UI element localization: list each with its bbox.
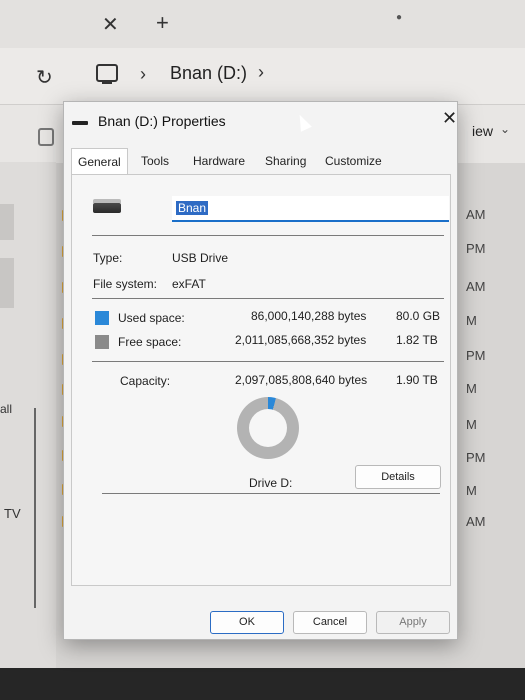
breadcrumb-location[interactable]: Bnan (D:) <box>170 63 247 84</box>
drive-name-selection: Bnan <box>176 201 209 215</box>
tab-customize[interactable]: Customize <box>319 148 388 174</box>
usage-donut-chart <box>237 397 299 459</box>
new-tab-icon[interactable]: + <box>156 10 169 36</box>
capacity-size: 1.90 TB <box>396 373 438 387</box>
properties-dialog: Bnan (D:) Properties ✕ General Tools Har… <box>63 101 458 640</box>
close-icon[interactable]: ✕ <box>442 108 457 129</box>
dialog-title: Bnan (D:) Properties <box>98 113 226 129</box>
chevron-right-icon[interactable]: › <box>140 64 146 85</box>
used-space-size: 80.0 GB <box>396 309 441 323</box>
capacity-bytes: 2,097,085,808,640 bytes <box>235 373 368 387</box>
chevron-right-icon[interactable]: › <box>258 62 264 83</box>
file-modified-time: AM <box>466 279 486 294</box>
details-button[interactable]: Details <box>355 465 441 489</box>
free-space-size: 1.82 TB <box>396 333 438 347</box>
apply-button[interactable]: Apply <box>376 611 450 634</box>
file-modified-time: PM <box>466 241 486 256</box>
cancel-button[interactable]: Cancel <box>293 611 367 634</box>
drive-name-input[interactable] <box>172 196 449 222</box>
drive-caption: Drive D: <box>249 476 293 490</box>
copy-icon[interactable] <box>38 128 54 146</box>
used-space-swatch <box>95 311 109 325</box>
nav-item[interactable] <box>0 258 14 308</box>
nav-item-label[interactable]: TV <box>4 506 21 521</box>
file-modified-time: AM <box>466 514 486 529</box>
tab-hardware[interactable]: Hardware <box>187 148 251 174</box>
explorer-tab-bar <box>0 0 525 48</box>
file-system-label: File system: <box>93 277 158 291</box>
divider <box>92 235 444 236</box>
free-space-swatch <box>95 335 109 349</box>
file-modified-time: M <box>466 313 477 328</box>
free-space-label: Free space: <box>118 335 182 349</box>
used-space-bytes: 86,000,140,288 bytes <box>251 309 367 323</box>
nav-item[interactable] <box>0 204 14 240</box>
free-space-bytes: 2,011,085,668,352 bytes <box>235 333 367 347</box>
file-modified-time: M <box>466 483 477 498</box>
type-label: Type: <box>93 251 123 265</box>
taskbar-edge <box>0 668 525 700</box>
file-modified-time: M <box>466 381 477 396</box>
nav-item-label[interactable]: all <box>0 402 12 416</box>
divider <box>92 298 444 299</box>
view-menu-label[interactable]: iew <box>472 123 493 139</box>
tab-general[interactable]: General <box>71 148 128 176</box>
type-value: USB Drive <box>172 251 229 265</box>
this-pc-icon[interactable] <box>96 64 118 84</box>
file-modified-time: AM <box>466 207 486 222</box>
tab-sharing[interactable]: Sharing <box>259 148 312 174</box>
tab-tools[interactable]: Tools <box>135 148 175 174</box>
usb-drive-icon <box>93 199 121 213</box>
divider <box>92 361 444 362</box>
file-modified-time: PM <box>466 348 486 363</box>
ok-button[interactable]: OK <box>210 611 284 634</box>
file-modified-time: M <box>466 417 477 432</box>
capacity-label: Capacity: <box>120 374 171 388</box>
used-space-label: Used space: <box>118 311 185 325</box>
scrollbar[interactable] <box>34 408 36 608</box>
tab-close-icon[interactable]: ✕ <box>102 12 119 37</box>
drive-title-icon <box>72 121 88 125</box>
file-system-value: exFAT <box>172 277 206 291</box>
chevron-down-icon[interactable]: ⌄ <box>500 122 510 136</box>
refresh-icon[interactable]: ↻ <box>36 65 53 90</box>
tab-dot: ● <box>396 12 403 23</box>
divider <box>102 493 440 494</box>
file-modified-time: PM <box>466 450 486 465</box>
